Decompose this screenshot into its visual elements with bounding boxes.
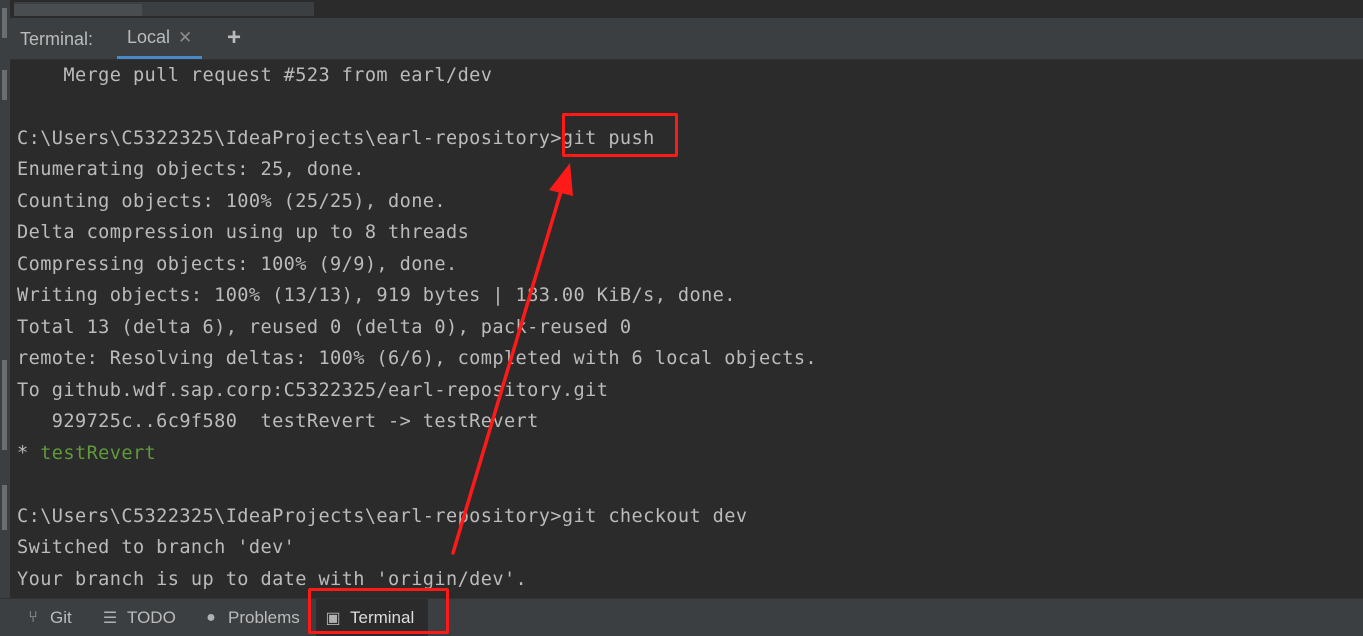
terminal-title: Terminal:: [20, 29, 94, 49]
terminal-tab-highlight-box: [308, 588, 449, 634]
bottom-tool-window-bar: ⑂ Git ☰ TODO ● Problems ▣ Terminal: [0, 598, 1363, 636]
list-icon: ☰: [102, 609, 118, 627]
tab-label: Local: [127, 26, 171, 47]
current-branch-name: testRevert: [40, 443, 157, 464]
terminal-line: C:\Users\C5322325\IdeaProjects\earl-repo…: [17, 506, 748, 527]
left-side-strip: [0, 0, 10, 636]
git-push-highlight-box: [562, 113, 678, 157]
terminal-line: C:\Users\C5322325\IdeaProjects\earl-repo…: [17, 128, 655, 149]
terminal-line: 929725c..6c9f580 testRevert -> testRever…: [17, 411, 539, 432]
git-branch-icon: ⑂: [28, 608, 38, 626]
editor-tab[interactable]: [14, 4, 142, 16]
terminal-line: remote: Resolving deltas: 100% (6/6), co…: [17, 348, 818, 369]
editor-area-remnant: [10, 0, 1363, 18]
info-icon: ●: [206, 608, 216, 626]
branch-marker: *: [17, 443, 41, 464]
git-label: Git: [50, 607, 72, 627]
terminal-line: Switched to branch 'dev': [17, 537, 296, 558]
terminal-header: Terminal: Local ✕ +: [10, 18, 1363, 60]
terminal-line: To github.wdf.sap.corp:C5322325/earl-rep…: [17, 380, 609, 401]
tab-local[interactable]: Local ✕: [117, 18, 203, 59]
git-tool-button[interactable]: ⑂ Git: [18, 599, 78, 636]
todo-tool-button[interactable]: ☰ TODO: [95, 599, 182, 636]
terminal-output[interactable]: Merge pull request #523 from earl/dev C:…: [10, 60, 1363, 598]
todo-label: TODO: [127, 607, 176, 627]
terminal-line: Total 13 (delta 6), reused 0 (delta 0), …: [17, 317, 632, 338]
terminal-line: Writing objects: 100% (13/13), 919 bytes…: [17, 285, 736, 306]
close-icon[interactable]: ✕: [178, 29, 192, 46]
side-tab-marker[interactable]: [2, 8, 7, 38]
terminal-line: Merge pull request #523 from earl/dev: [17, 65, 493, 86]
side-tab-marker[interactable]: [2, 360, 7, 450]
terminal-line-branch: * testRevert: [17, 442, 156, 466]
side-tab-marker[interactable]: [2, 70, 7, 100]
terminal-line: Delta compression using up to 8 threads: [17, 222, 470, 243]
terminal-line: Counting objects: 100% (25/25), done.: [17, 191, 446, 212]
problems-label: Problems: [228, 607, 300, 627]
plus-icon: +: [226, 24, 241, 51]
terminal-line: Your branch is up to date with 'origin/d…: [17, 569, 528, 590]
terminal-line: Compressing objects: 100% (9/9), done.: [17, 254, 458, 275]
add-tab-button[interactable]: +: [222, 24, 246, 52]
side-tab-marker[interactable]: [2, 485, 7, 530]
terminal-line: Enumerating objects: 25, done.: [17, 159, 365, 180]
problems-tool-button[interactable]: ● Problems: [196, 599, 306, 636]
